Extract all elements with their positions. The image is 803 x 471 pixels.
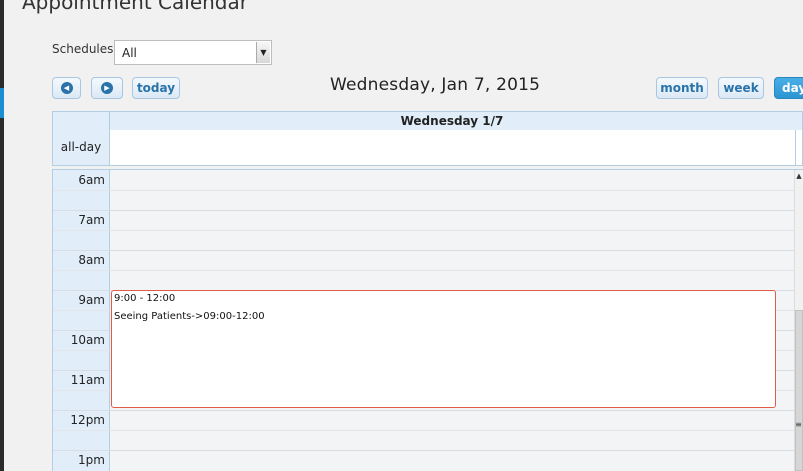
page-title: Appointment Calendar	[22, 0, 248, 14]
event-title: Seeing Patients->09:00-12:00	[114, 311, 265, 322]
schedules-select[interactable]: All ▼	[114, 40, 272, 65]
hour-line	[53, 410, 796, 411]
hour-row-12pm[interactable]: 12pm	[53, 410, 796, 450]
day-view-button[interactable]: day	[774, 77, 803, 99]
hour-label: 12pm	[70, 413, 105, 427]
hour-label: 7am	[78, 213, 105, 227]
all-day-row[interactable]: all-day	[52, 130, 803, 166]
hour-row-1pm[interactable]: 1pm	[53, 450, 796, 471]
time-grid[interactable]: 6am 7am 8am 9am 10am 11am 12pm 1pm 9:00 …	[52, 169, 803, 471]
hour-label: 6am	[78, 173, 105, 187]
dropdown-arrow-icon[interactable]: ▼	[256, 42, 270, 63]
calendar-event[interactable]: 9:00 - 12:00 Seeing Patients->09:00-12:0…	[111, 290, 776, 408]
left-sidebar-strip	[0, 0, 4, 471]
hour-label: 11am	[70, 373, 105, 387]
hour-line	[53, 210, 796, 211]
scrollbar-grip-icon: ≡	[795, 420, 802, 429]
day-header-label: Wednesday 1/7	[400, 114, 504, 128]
all-day-label: all-day	[53, 130, 110, 165]
half-hour-line	[53, 430, 796, 431]
hour-line	[53, 450, 796, 451]
today-button[interactable]: today	[132, 77, 180, 99]
hour-label: 8am	[78, 253, 105, 267]
header-gutter	[53, 112, 110, 130]
calendar-grid: Wednesday 1/7 all-day 6am 7am 8am 9am 10…	[52, 111, 803, 471]
current-date-title: Wednesday, Jan 7, 2015	[330, 75, 541, 95]
prev-arrow-icon: ◀	[60, 81, 73, 94]
hour-row-7am[interactable]: 7am	[53, 210, 796, 250]
hour-row-8am[interactable]: 8am	[53, 250, 796, 290]
hour-line	[53, 250, 796, 251]
sidebar-active-indicator	[0, 88, 4, 118]
hour-label: 10am	[70, 333, 105, 347]
next-arrow-icon: ▶	[101, 81, 113, 94]
month-view-button[interactable]: month	[656, 77, 708, 99]
scrollbar-thumb[interactable]	[795, 310, 803, 471]
all-day-right-edge	[795, 130, 803, 165]
half-hour-line	[53, 230, 796, 231]
half-hour-line	[53, 270, 796, 271]
prev-button[interactable]: ◀	[52, 77, 81, 99]
schedules-label: Schedules:	[52, 42, 118, 56]
event-time: 9:00 - 12:00	[114, 293, 176, 304]
vertical-scrollbar[interactable]: ▲ ≡	[794, 170, 803, 471]
next-button[interactable]: ▶	[91, 77, 123, 99]
hour-label: 1pm	[78, 453, 105, 467]
day-column-header: Wednesday 1/7	[52, 111, 803, 131]
hour-label: 9am	[78, 293, 105, 307]
hour-row-6am[interactable]: 6am	[53, 170, 796, 210]
scroll-up-arrow-icon[interactable]: ▲	[795, 172, 803, 180]
schedules-selected-value: All	[122, 46, 137, 60]
half-hour-line	[53, 190, 796, 191]
week-view-button[interactable]: week	[718, 77, 764, 99]
